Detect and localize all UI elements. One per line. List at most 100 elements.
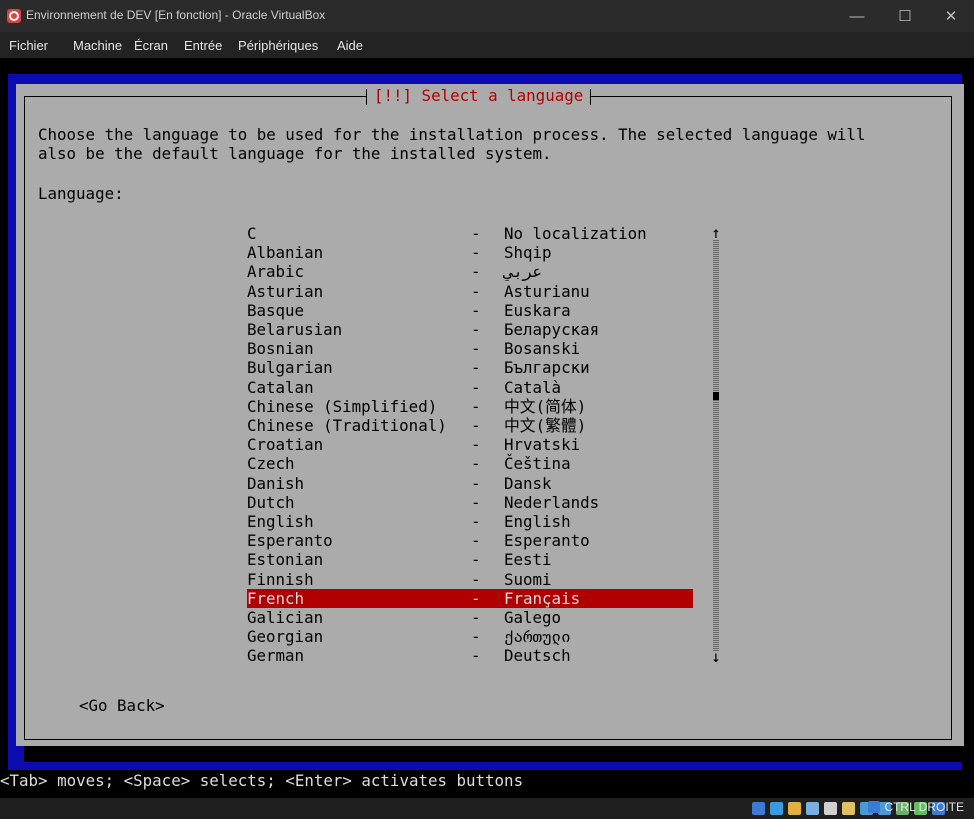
language-option[interactable]: Czech - Čeština — [247, 454, 693, 473]
language-native-name: Hrvatski — [504, 435, 581, 455]
language-option[interactable]: Arabic - عربي — [247, 262, 693, 281]
separator-dash: - — [471, 262, 481, 282]
language-name: Danish — [247, 473, 305, 493]
language-name: Dutch — [247, 492, 295, 512]
hard-disk-icon[interactable] — [752, 802, 765, 815]
dialog-title: [!!] Select a language — [366, 86, 592, 106]
language-native-name: عربي — [504, 262, 543, 282]
language-option[interactable]: Danish - Dansk — [247, 474, 693, 493]
separator-dash: - — [471, 300, 481, 320]
language-native-name: Čeština — [504, 454, 571, 474]
separator-dash: - — [471, 588, 481, 608]
language-option[interactable]: Croatian - Hrvatski — [247, 435, 693, 454]
language-option[interactable]: Basque - Euskara — [247, 301, 693, 320]
language-native-name: Eesti — [504, 550, 552, 570]
go-back-button[interactable]: <Go Back> — [79, 696, 165, 715]
language-name: Albanian — [247, 243, 324, 263]
language-option[interactable]: Dutch - Nederlands — [247, 493, 693, 512]
minimize-button[interactable]: — — [834, 0, 880, 32]
language-option[interactable]: Chinese (Simplified) - 中文(简体) — [247, 397, 693, 416]
language-name: English — [247, 512, 314, 531]
menu-ecran[interactable]: Écran — [134, 38, 168, 53]
language-option[interactable]: Estonian - Eesti — [247, 550, 693, 569]
language-native-name: 中文(繁體) — [504, 416, 587, 435]
language-name: Finnish — [247, 569, 314, 589]
language-option[interactable]: German - Deutsch — [247, 646, 693, 665]
menu-machine[interactable]: Machine — [73, 38, 122, 53]
separator-dash: - — [471, 339, 481, 359]
menu-fichier[interactable]: Fichier — [9, 38, 48, 53]
window-titlebar: Environnement de DEV [En fonction] - Ora… — [0, 0, 974, 32]
language-label: Language: — [38, 184, 124, 203]
close-button[interactable]: ✕ — [928, 0, 974, 32]
host-status-bar: CTRL DROITE — [0, 798, 974, 819]
separator-dash: - — [471, 454, 481, 474]
language-native-name: English — [504, 512, 571, 531]
language-dialog: [!!] Select a language Choose the langua… — [16, 84, 964, 746]
vm-screen[interactable]: [!!] Select a language Choose the langua… — [0, 58, 974, 798]
language-option[interactable]: Bulgarian - Български — [247, 358, 693, 377]
host-key-icon — [868, 801, 881, 813]
language-option[interactable]: Catalan - Català — [247, 378, 693, 397]
language-native-name: Français — [504, 588, 581, 608]
language-native-name: Deutsch — [504, 646, 571, 666]
menu-entree[interactable]: Entrée — [184, 38, 222, 53]
separator-dash: - — [471, 243, 481, 263]
scrollbar-track[interactable] — [713, 239, 719, 651]
language-option[interactable]: Belarusian - Беларуская — [247, 320, 693, 339]
language-option[interactable]: Asturian - Asturianu — [247, 282, 693, 301]
language-native-name: Shqip — [504, 243, 552, 263]
language-name: Estonian — [247, 550, 324, 570]
optical-drive-icon[interactable] — [770, 802, 783, 815]
scroll-down-arrow-icon[interactable]: ↓ — [709, 647, 723, 666]
language-native-name: Dansk — [504, 473, 552, 493]
language-name: Galician — [247, 608, 324, 627]
language-native-name: No localization — [504, 224, 647, 243]
language-option[interactable]: French - Français — [247, 588, 693, 608]
language-option[interactable]: Esperanto - Esperanto — [247, 531, 693, 550]
separator-dash: - — [471, 377, 481, 397]
virtualbox-icon — [7, 9, 21, 23]
language-option[interactable]: Galician - Galego — [247, 608, 693, 627]
language-option[interactable]: English - English — [247, 512, 693, 531]
separator-dash: - — [471, 416, 481, 435]
language-native-name: Euskara — [504, 300, 571, 320]
language-native-name: Беларуская — [504, 320, 600, 339]
language-name: C — [247, 224, 257, 243]
scrollbar-thumb[interactable] — [713, 392, 719, 400]
language-native-name: Nederlands — [504, 492, 600, 512]
network-icon[interactable] — [806, 802, 819, 815]
language-name: Croatian — [247, 435, 324, 455]
separator-dash: - — [471, 550, 481, 570]
menu-bar: Fichier Machine Écran Entrée Périphériqu… — [0, 32, 974, 58]
language-name: Bulgarian — [247, 358, 333, 378]
separator-dash: - — [471, 492, 481, 512]
language-name: Chinese (Simplified) — [247, 396, 438, 416]
language-option[interactable]: Chinese (Traditional) - 中文(繁體) — [247, 416, 693, 435]
dialog-description-line1: Choose the language to be used for the i… — [38, 125, 866, 144]
language-name: Georgian — [247, 627, 324, 647]
usb-icon[interactable] — [824, 802, 837, 815]
separator-dash: - — [471, 320, 481, 339]
menu-aide[interactable]: Aide — [337, 38, 363, 53]
shared-folders-icon[interactable] — [842, 802, 855, 815]
maximize-button[interactable]: ☐ — [882, 0, 928, 32]
language-name: French — [247, 588, 305, 608]
separator-dash: - — [471, 281, 481, 301]
language-name: Chinese (Traditional) — [247, 416, 447, 435]
language-native-name: Català — [504, 377, 562, 397]
language-native-name: Suomi — [504, 569, 552, 589]
language-option[interactable]: Bosnian - Bosanski — [247, 339, 693, 358]
language-option[interactable]: Albanian - Shqip — [247, 243, 693, 262]
separator-dash: - — [471, 435, 481, 455]
separator-dash: - — [471, 608, 481, 627]
menu-peripheriques[interactable]: Périphériques — [238, 38, 318, 53]
language-option[interactable]: Georgian - ქართული — [247, 627, 693, 646]
language-name: German — [247, 646, 305, 666]
dialog-description-line2: also be the default language for the ins… — [38, 144, 552, 163]
language-option[interactable]: C - No localization — [247, 224, 693, 243]
language-name: Asturian — [247, 281, 324, 301]
language-option[interactable]: Finnish - Suomi — [247, 570, 693, 589]
audio-icon[interactable] — [788, 802, 801, 815]
language-native-name: Bosanski — [504, 339, 581, 359]
